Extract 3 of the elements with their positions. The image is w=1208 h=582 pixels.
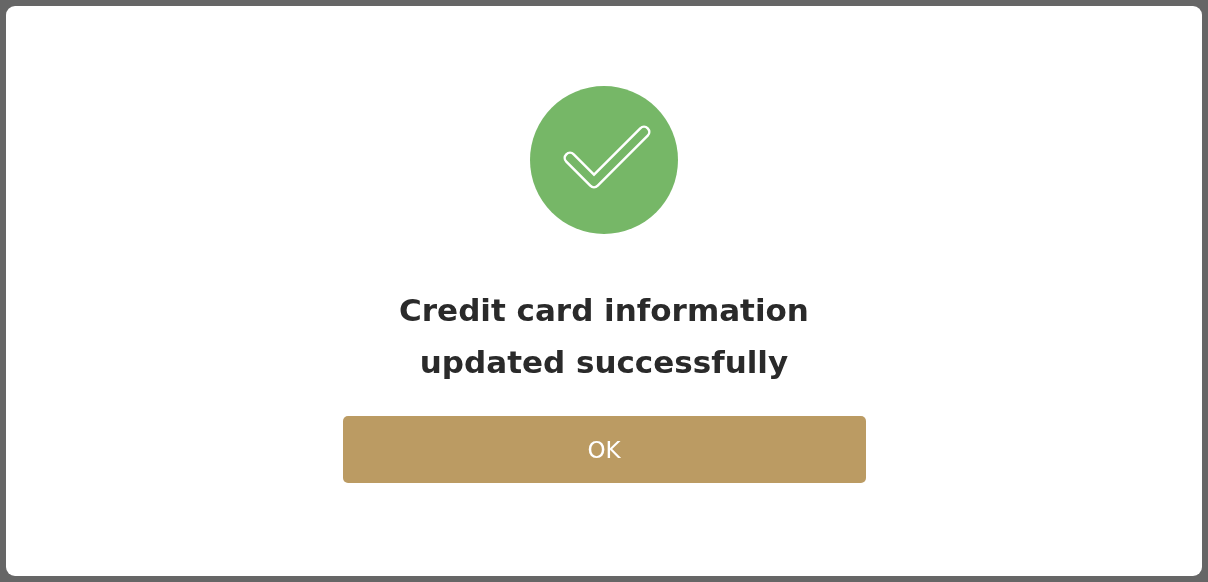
success-check-icon bbox=[530, 86, 678, 234]
ok-button[interactable]: OK bbox=[342, 416, 866, 483]
success-message: Credit card information updated successfully bbox=[398, 291, 810, 382]
